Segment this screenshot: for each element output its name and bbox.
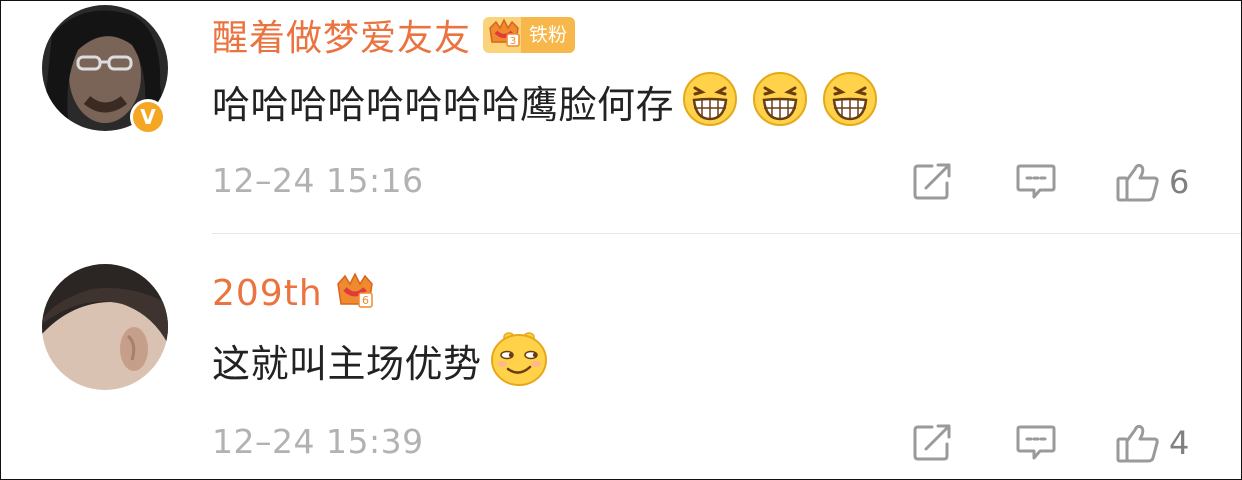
comment-text: 这就叫主场优势 xyxy=(212,341,482,386)
share-icon xyxy=(913,163,951,200)
comment-icon xyxy=(1016,425,1056,460)
comment-header: 209th 6 xyxy=(212,268,375,318)
username[interactable]: 醒着做梦爱友友 xyxy=(212,9,471,61)
smirk-emoji xyxy=(490,329,548,391)
share-button[interactable] xyxy=(912,161,954,201)
fan-badge-label: 铁粉 xyxy=(521,17,576,53)
comment-header: 醒着做梦爱友友 3 铁粉 xyxy=(212,9,576,61)
reply-button[interactable] xyxy=(1015,161,1057,201)
svg-text:3: 3 xyxy=(510,36,516,47)
grin-emoji xyxy=(682,71,738,131)
like-button[interactable]: 4 xyxy=(1115,422,1189,464)
comment-item: V 醒着做梦爱友友 3 铁粉 哈哈哈哈哈哈哈哈鹰脸何存 12–24 15:16 … xyxy=(1,1,1241,233)
comment-meta: 12–24 15:16 6 xyxy=(212,159,1241,203)
fan-badge[interactable]: 3 铁粉 xyxy=(483,17,576,53)
comment-content: 这就叫主场优势 xyxy=(212,330,548,390)
comment-content: 哈哈哈哈哈哈哈哈鹰脸何存 xyxy=(212,71,878,131)
thumbs-up-icon xyxy=(1116,163,1159,202)
comment-item: 209th 6 这就叫主场优势 12–24 15:39 4 xyxy=(1,234,1241,479)
comment-text: 哈哈哈哈哈哈哈哈鹰脸何存 xyxy=(212,82,675,127)
crown-icon: 3 xyxy=(487,18,521,52)
like-button[interactable]: 6 xyxy=(1115,161,1189,203)
timestamp: 12–24 15:16 xyxy=(212,161,424,200)
comment-icon xyxy=(1016,164,1056,199)
share-button[interactable] xyxy=(912,422,954,462)
comment-list: V 醒着做梦爱友友 3 铁粉 哈哈哈哈哈哈哈哈鹰脸何存 12–24 15:16 … xyxy=(0,0,1242,480)
grin-emoji xyxy=(752,71,808,131)
grin-emoji xyxy=(822,71,878,131)
username[interactable]: 209th xyxy=(212,273,323,314)
like-count: 4 xyxy=(1169,424,1190,462)
reply-button[interactable] xyxy=(1015,422,1057,462)
avatar[interactable] xyxy=(42,264,168,390)
avatar[interactable]: V xyxy=(42,5,168,135)
timestamp: 12–24 15:39 xyxy=(212,422,424,461)
crown-icon: 6 xyxy=(335,271,375,315)
share-icon xyxy=(913,424,951,461)
svg-text:6: 6 xyxy=(362,294,369,307)
comment-meta: 12–24 15:39 4 xyxy=(212,420,1241,464)
like-count: 6 xyxy=(1169,163,1190,201)
thumbs-up-icon xyxy=(1116,424,1159,463)
verified-badge: V xyxy=(130,99,166,135)
